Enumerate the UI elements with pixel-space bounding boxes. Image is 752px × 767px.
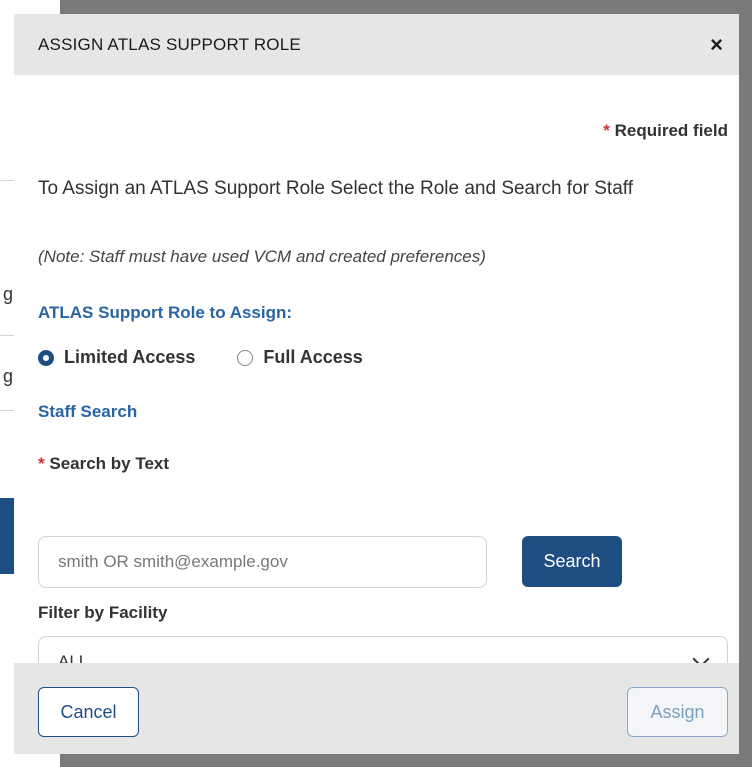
close-icon[interactable]: × bbox=[710, 33, 723, 56]
dialog-header: ASSIGN ATLAS SUPPORT ROLE × bbox=[14, 14, 739, 75]
background-text-fragment: g bbox=[3, 366, 14, 386]
search-by-text-label: * Search by Text bbox=[38, 454, 169, 474]
assign-button[interactable]: Assign bbox=[627, 687, 728, 737]
radio-full-access[interactable]: Full Access bbox=[237, 347, 363, 368]
radio-button-unchecked[interactable] bbox=[237, 349, 254, 366]
search-input[interactable] bbox=[38, 536, 487, 588]
radio-label-full-access: Full Access bbox=[263, 347, 363, 367]
dialog-title: ASSIGN ATLAS SUPPORT ROLE bbox=[38, 34, 301, 54]
radio-label-limited-access: Limited Access bbox=[64, 347, 196, 367]
radio-button-checked[interactable] bbox=[38, 349, 54, 366]
filter-by-facility-label: Filter by Facility bbox=[38, 603, 168, 622]
instructions-text: To Assign an ATLAS Support Role Select t… bbox=[38, 178, 633, 199]
required-asterisk: * bbox=[603, 121, 610, 140]
role-radio-group: Limited Access Full Access bbox=[38, 347, 405, 368]
dialog-footer: Cancel Assign bbox=[14, 663, 739, 754]
assign-role-dialog: ASSIGN ATLAS SUPPORT ROLE × * Required f… bbox=[14, 14, 739, 754]
radio-limited-access[interactable]: Limited Access bbox=[38, 347, 195, 368]
role-section-label: ATLAS Support Role to Assign: bbox=[38, 303, 293, 322]
required-asterisk: * bbox=[38, 454, 45, 473]
required-field-note: * Required field bbox=[603, 121, 728, 141]
staff-search-label: Staff Search bbox=[38, 402, 138, 421]
note-text: (Note: Staff must have used VCM and crea… bbox=[38, 247, 486, 266]
search-by-text-label-text: Search by Text bbox=[49, 454, 170, 473]
dialog-body: * Required field To Assign an ATLAS Supp… bbox=[14, 75, 739, 688]
background-text-fragment: g bbox=[3, 284, 14, 304]
required-field-text: Required field bbox=[614, 121, 728, 140]
cancel-button[interactable]: Cancel bbox=[38, 687, 139, 737]
search-button[interactable]: Search bbox=[522, 536, 622, 587]
